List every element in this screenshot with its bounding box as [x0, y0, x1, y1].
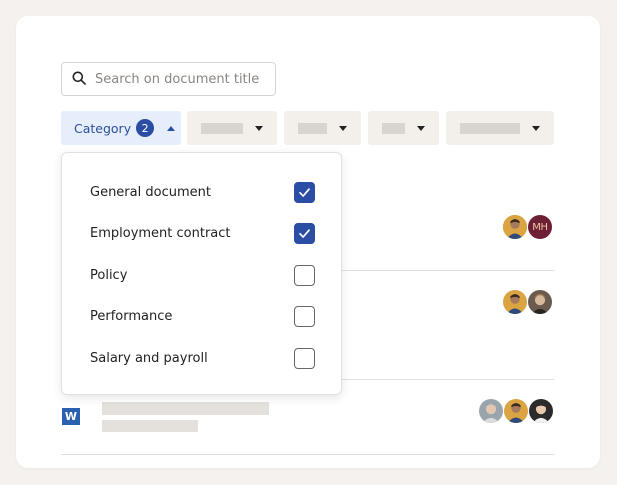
dropdown-option-policy[interactable]: Policy [90, 264, 315, 286]
dropdown-option-general-document[interactable]: General document [90, 181, 315, 203]
checkbox-unchecked[interactable] [294, 264, 315, 286]
option-label: Employment contract [90, 225, 231, 241]
category-count-badge: 2 [136, 119, 155, 137]
category-filter-button[interactable]: Category 2 [61, 111, 181, 145]
dropdown-option-performance[interactable]: Performance [90, 305, 315, 327]
avatar-initials: MH [527, 214, 553, 240]
filter-button-4[interactable] [368, 111, 439, 145]
filter-label-placeholder [201, 123, 243, 134]
chevron-down-icon [532, 126, 540, 131]
word-file-icon: W [62, 408, 80, 425]
title-placeholder [102, 402, 269, 415]
search-input[interactable] [95, 71, 270, 87]
filter-button-5[interactable] [446, 111, 554, 145]
option-label: Performance [90, 308, 173, 324]
dropdown-option-salary-and-payroll[interactable]: Salary and payroll [90, 347, 315, 369]
check-icon [299, 228, 310, 238]
chevron-down-icon [339, 126, 347, 131]
checkbox-unchecked[interactable] [294, 305, 315, 327]
check-icon [299, 187, 310, 197]
avatar [502, 214, 528, 240]
chevron-down-icon [255, 126, 263, 131]
avatar [503, 398, 529, 424]
checkbox-checked[interactable] [294, 181, 315, 203]
filter-button-2[interactable] [187, 111, 277, 145]
filter-label-placeholder [382, 123, 405, 134]
filter-label-placeholder [298, 123, 327, 134]
checkbox-checked[interactable] [294, 222, 315, 244]
avatar [478, 398, 504, 424]
option-label: Salary and payroll [90, 350, 208, 366]
option-label: Policy [90, 267, 128, 283]
search-icon [72, 70, 86, 89]
avatar [502, 289, 528, 315]
checkbox-unchecked[interactable] [294, 347, 315, 369]
filter-button-3[interactable] [284, 111, 361, 145]
subtitle-placeholder [102, 420, 198, 432]
avatar [527, 289, 553, 315]
row-divider [61, 454, 554, 455]
category-dropdown: General document Employment contract Pol… [61, 152, 342, 395]
search-box[interactable] [61, 62, 276, 96]
avatar [528, 398, 554, 424]
caret-up-icon [167, 125, 176, 131]
filter-label-placeholder [460, 123, 520, 134]
chevron-down-icon [417, 126, 425, 131]
option-label: General document [90, 184, 211, 200]
dropdown-option-employment-contract[interactable]: Employment contract [90, 222, 315, 244]
category-filter-label: Category [74, 120, 132, 136]
